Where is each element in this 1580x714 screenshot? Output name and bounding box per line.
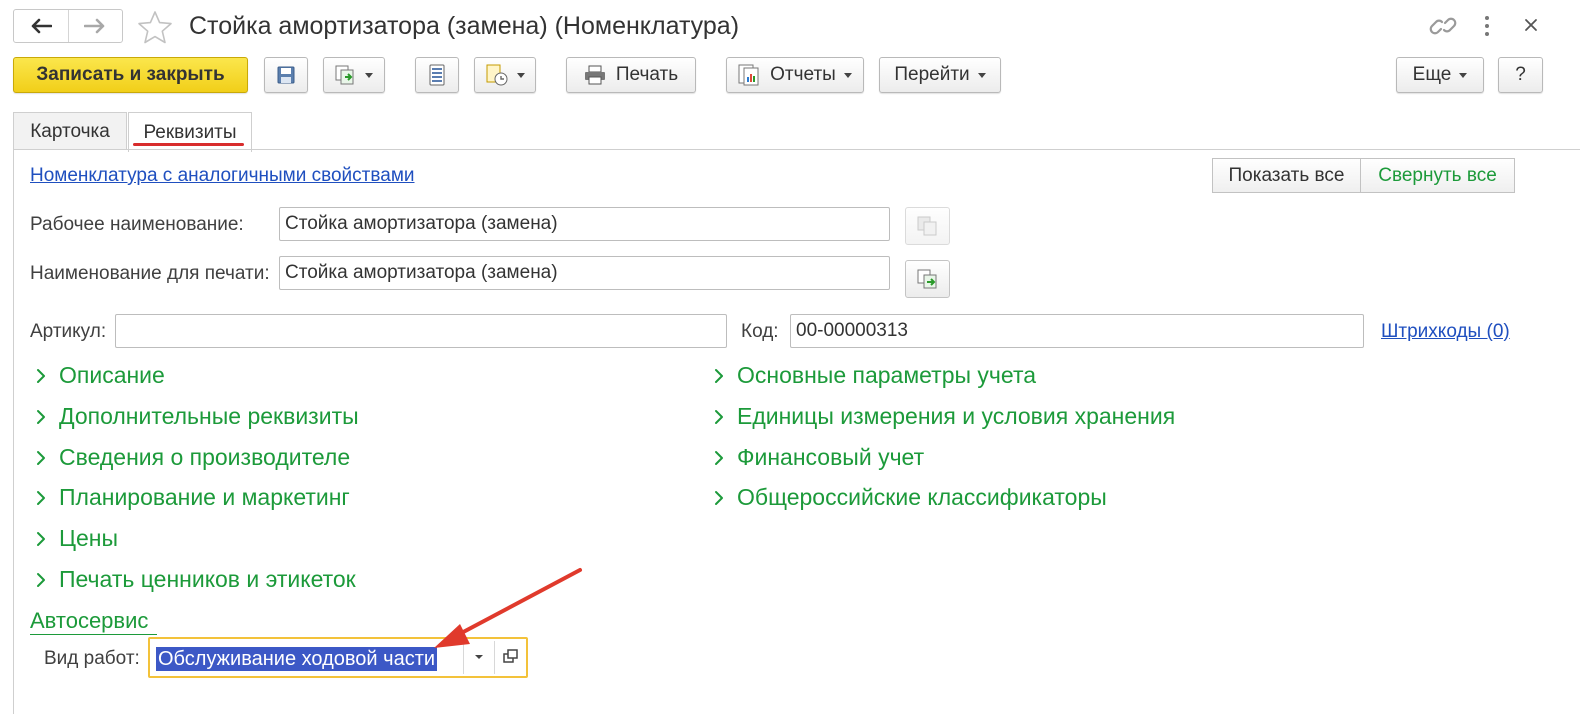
document-clock-icon <box>486 64 508 86</box>
group-planning-marketing[interactable]: Планирование и маркетинг <box>35 484 350 511</box>
list-icon <box>429 64 445 86</box>
chevron-down-icon <box>1459 72 1468 78</box>
more-menu-button[interactable]: Еще <box>1396 57 1484 93</box>
similar-items-link[interactable]: Номенклатура с аналогичными свойствами <box>30 165 415 187</box>
link-button[interactable] <box>1429 13 1457 44</box>
chevron-right-icon <box>37 490 45 505</box>
code-field[interactable]: 00-00000313 <box>790 314 1364 348</box>
group-financial-accounting[interactable]: Финансовый учет <box>713 444 924 471</box>
work-type-label: Вид работ: <box>44 648 140 669</box>
back-button[interactable] <box>14 10 68 42</box>
group-label: Планирование и маркетинг <box>59 484 350 510</box>
copy-icon <box>917 216 936 236</box>
chevron-down-icon <box>977 72 986 78</box>
work-name-label: Рабочее наименование: <box>30 214 244 235</box>
group-classifiers[interactable]: Общероссийские классификаторы <box>713 484 1107 511</box>
group-price-tags[interactable]: Печать ценников и этикеток <box>35 566 356 593</box>
group-units-storage[interactable]: Единицы измерения и условия хранения <box>713 403 1175 430</box>
close-icon <box>1525 19 1537 31</box>
work-type-value[interactable]: Обслуживание ходовой части <box>156 647 438 671</box>
print-button-label: Печать <box>615 64 679 85</box>
group-label: Финансовый учет <box>737 444 925 470</box>
group-label: Сведения о производителе <box>59 444 351 470</box>
create-based-on-icon <box>335 65 354 85</box>
save-and-close-button[interactable]: Записать и закрыть <box>13 57 248 93</box>
fill-print-name-button[interactable] <box>905 260 950 298</box>
history-button[interactable] <box>474 57 536 93</box>
work-name-field[interactable]: Стойка амортизатора (замена) <box>279 207 890 241</box>
autoservice-section-title: Автосервис <box>30 608 149 633</box>
back-arrow-icon <box>31 18 52 34</box>
print-name-field[interactable]: Стойка амортизатора (замена) <box>279 256 890 290</box>
chevron-right-icon <box>715 450 723 465</box>
more-menu-label: Еще <box>1412 64 1452 85</box>
reports-button-label: Отчеты <box>770 64 836 85</box>
close-button[interactable] <box>1523 17 1539 38</box>
article-field[interactable] <box>115 314 727 348</box>
chevron-right-icon <box>37 450 45 465</box>
print-name-label: Наименование для печати: <box>30 263 270 284</box>
chevron-right-icon <box>715 368 723 383</box>
chevron-right-icon <box>715 409 723 424</box>
chevron-down-icon <box>517 72 525 78</box>
active-tab-indicator <box>133 143 244 146</box>
annotation-arrow-icon <box>434 568 582 648</box>
section-divider <box>30 634 157 635</box>
more-actions-button[interactable] <box>1483 15 1491 42</box>
reports-button[interactable]: Отчеты <box>726 57 864 93</box>
tab-card[interactable]: Карточка <box>13 112 127 150</box>
group-label: Общероссийские классификаторы <box>737 484 1107 510</box>
group-additional-requisites[interactable]: Дополнительные реквизиты <box>35 403 359 430</box>
group-label: Основные параметры учета <box>737 362 1037 388</box>
printer-icon <box>584 65 605 85</box>
chevron-right-icon <box>37 531 45 546</box>
navigation-buttons <box>13 9 123 43</box>
floppy-disk-icon <box>277 66 295 84</box>
group-prices[interactable]: Цены <box>35 525 118 552</box>
help-button[interactable]: ? <box>1498 57 1543 93</box>
barcodes-link[interactable]: Штрихкоды (0) <box>1381 321 1510 343</box>
chevron-down-icon <box>843 72 852 78</box>
report-icon <box>738 64 759 86</box>
goto-button[interactable]: Перейти <box>879 57 1001 93</box>
copy-name-button-disabled <box>905 207 950 245</box>
group-description[interactable]: Описание <box>35 362 165 389</box>
copy-arrow-icon <box>917 269 936 289</box>
list-button[interactable] <box>415 57 459 93</box>
forward-button[interactable] <box>67 10 123 42</box>
chevron-right-icon <box>37 572 45 587</box>
more-vertical-icon <box>1485 16 1489 36</box>
group-manufacturer-info[interactable]: Сведения о производителе <box>35 444 350 471</box>
show-all-button[interactable]: Показать все <box>1212 158 1361 193</box>
group-label: Печать ценников и этикеток <box>59 566 356 592</box>
chevron-right-icon <box>37 368 45 383</box>
chevron-down-icon <box>365 72 373 78</box>
code-label: Код: <box>741 321 779 342</box>
collapse-all-button[interactable]: Свернуть все <box>1360 158 1515 193</box>
window-title: Стойка амортизатора (замена) (Номенклату… <box>189 12 740 40</box>
favorite-button[interactable] <box>137 10 173 49</box>
chevron-right-icon <box>37 409 45 424</box>
group-label: Цены <box>59 525 119 551</box>
group-label: Дополнительные реквизиты <box>59 403 359 429</box>
tab-requisites[interactable]: Реквизиты <box>128 112 252 152</box>
print-button[interactable]: Печать <box>566 57 696 93</box>
link-icon <box>1429 17 1457 35</box>
article-label: Артикул: <box>30 321 107 342</box>
group-accounting-params[interactable]: Основные параметры учета <box>713 362 1036 389</box>
star-icon <box>138 11 172 44</box>
group-label: Единицы измерения и условия хранения <box>737 403 1176 429</box>
save-button[interactable] <box>264 57 308 93</box>
group-label: Описание <box>59 362 165 388</box>
create-based-on-button[interactable] <box>323 57 385 93</box>
goto-button-label: Перейти <box>894 64 970 85</box>
forward-arrow-icon <box>84 18 105 34</box>
chevron-right-icon <box>715 490 723 505</box>
